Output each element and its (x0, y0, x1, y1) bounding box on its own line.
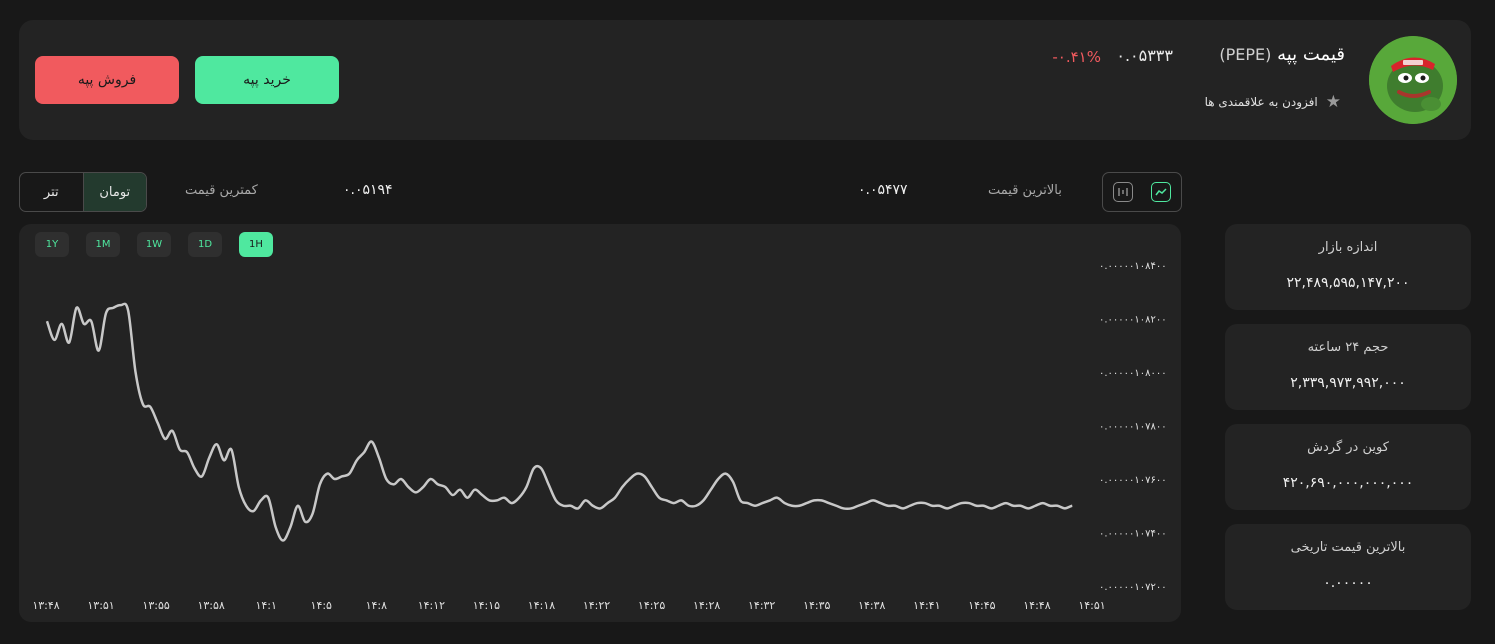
x-tick-label: ۱۳:۵۸ (197, 599, 224, 612)
favorite-label: افزودن به علاقمندی ها (1204, 95, 1318, 109)
low-price-label: کمترین قیمت (185, 183, 258, 198)
y-tick-label: ۰.۰۰۰۰۰۱۰۷۴۰۰ (1099, 529, 1167, 540)
x-tick-label: ۱۴:۳۲ (748, 599, 775, 612)
current-price: ۰.۰۵۳۳۳ (1116, 46, 1173, 65)
x-tick-label: ۱۳:۵۱ (87, 599, 114, 612)
x-tick-label: ۱۴:۱۲ (418, 599, 445, 612)
y-tick-label: ۰.۰۰۰۰۰۱۰۸۲۰۰ (1099, 315, 1167, 326)
line-chart-button[interactable] (1151, 182, 1171, 202)
x-tick-label: ۱۴:۴۵ (968, 599, 995, 612)
circulating-supply-card: کوین در گردش ۴۲۰,۶۹۰,۰۰۰,۰۰۰,۰۰۰ (1225, 424, 1471, 510)
x-tick-label: ۱۴:۵ (311, 599, 333, 612)
toman-option[interactable]: تومان (82, 173, 146, 211)
volume-24h-card: حجم ۲۴ ساعته ۲,۳۳۹,۹۷۳,۹۹۲,۰۰۰ (1225, 324, 1471, 410)
x-tick-label: ۱۴:۴۸ (1023, 599, 1050, 612)
x-tick-label: ۱۴:۱ (255, 599, 276, 612)
all-time-high-value: ۰.۰۰۰۰۰ (1323, 575, 1373, 591)
currency-toggle: تتر تومان (19, 172, 147, 212)
market-cap-card: اندازه بازار ۲۲,۴۸۹,۵۹۵,۱۴۷,۲۰۰ (1225, 224, 1471, 310)
price-line-chart[interactable]: ۰.۰۰۰۰۰۱۰۸۴۰۰ ۰.۰۰۰۰۰۱۰۸۲۰۰ ۰.۰۰۰۰۰۱۰۸۰۰۰ ۰… (19, 224, 1181, 622)
x-tick-label: ۱۴:۲۵ (638, 599, 665, 612)
star-icon: ★ (1325, 92, 1341, 112)
candlestick-chart-button[interactable] (1113, 182, 1133, 202)
pepe-frog-avatar (1369, 36, 1457, 124)
coin-name: قیمت پپه (1277, 44, 1345, 65)
y-tick-label: ۰.۰۰۰۰۰۱۰۷۸۰۰ (1099, 422, 1167, 433)
y-tick-label: ۰.۰۰۰۰۰۱۰۸۴۰۰ (1099, 261, 1167, 272)
x-tick-label: ۱۴:۴۱ (913, 599, 940, 612)
all-time-high-card: بالاترین قیمت تاریخی ۰.۰۰۰۰۰ (1225, 524, 1471, 610)
x-tick-label: ۱۳:۴۸ (32, 599, 59, 612)
coin-symbol: (PEPE) (1219, 45, 1272, 64)
high-price-value: ۰.۰۵۴۷۷ (858, 182, 908, 198)
volume-24h-value: ۲,۳۳۹,۹۷۳,۹۹۲,۰۰۰ (1290, 375, 1406, 391)
price-series-line (45, 302, 1073, 542)
line-chart-icon (1155, 188, 1167, 196)
buy-button[interactable]: خرید پپه (195, 56, 339, 104)
sell-button[interactable]: فروش پپه (35, 56, 179, 104)
x-tick-label: ۱۴:۳۵ (803, 599, 830, 612)
x-tick-label: ۱۳:۵۵ (142, 599, 169, 612)
x-tick-label: ۱۴:۱۸ (528, 599, 555, 612)
price-change-percent: -۰.۴۱% (1052, 48, 1101, 66)
high-price-label: بالاترین قیمت (988, 183, 1062, 198)
y-tick-label: ۰.۰۰۰۰۰۱۰۷۶۰۰ (1099, 475, 1167, 486)
y-tick-label: ۰.۰۰۰۰۰۱۰۸۰۰۰ (1099, 368, 1167, 379)
price-chart-card: 1Y 1M 1W 1D 1H ۰.۰۰۰۰۰۱۰۸۴۰۰ ۰.۰۰۰۰۰۱۰۸۲۰۰ ۰.۰… (19, 224, 1181, 622)
x-tick-label: ۱۴:۱۵ (473, 599, 500, 612)
x-tick-label: ۱۴:۵۱ (1078, 599, 1105, 612)
tether-option[interactable]: تتر (20, 173, 83, 211)
x-tick-label: ۱۴:۳۸ (858, 599, 885, 612)
chart-type-toggle (1102, 172, 1182, 212)
candlestick-icon (1118, 188, 1128, 196)
coin-title: قیمت پپه (PEPE) (1219, 44, 1345, 65)
low-price-value: ۰.۰۵۱۹۴ (343, 182, 393, 198)
add-to-favorites[interactable]: ★ افزودن به علاقمندی ها (1205, 92, 1341, 112)
y-tick-label: ۰.۰۰۰۰۰۱۰۷۲۰۰ (1099, 582, 1167, 593)
market-cap-label: اندازه بازار (1318, 240, 1378, 255)
volume-24h-label: حجم ۲۴ ساعته (1307, 340, 1389, 355)
x-tick-label: ۱۴:۲۲ (583, 599, 610, 612)
coin-header-card: فروش پپه خرید پپه -۰.۴۱% ۰.۰۵۳۳۳ قیمت پپ… (19, 20, 1471, 140)
circulating-supply-value: ۴۲۰,۶۹۰,۰۰۰,۰۰۰,۰۰۰ (1282, 475, 1414, 491)
x-tick-label: ۱۴:۸ (366, 599, 388, 612)
all-time-high-label: بالاترین قیمت تاریخی (1290, 540, 1406, 555)
market-cap-value: ۲۲,۴۸۹,۵۹۵,۱۴۷,۲۰۰ (1286, 275, 1410, 291)
x-tick-label: ۱۴:۲۸ (693, 599, 720, 612)
circulating-supply-label: کوین در گردش (1307, 440, 1389, 455)
